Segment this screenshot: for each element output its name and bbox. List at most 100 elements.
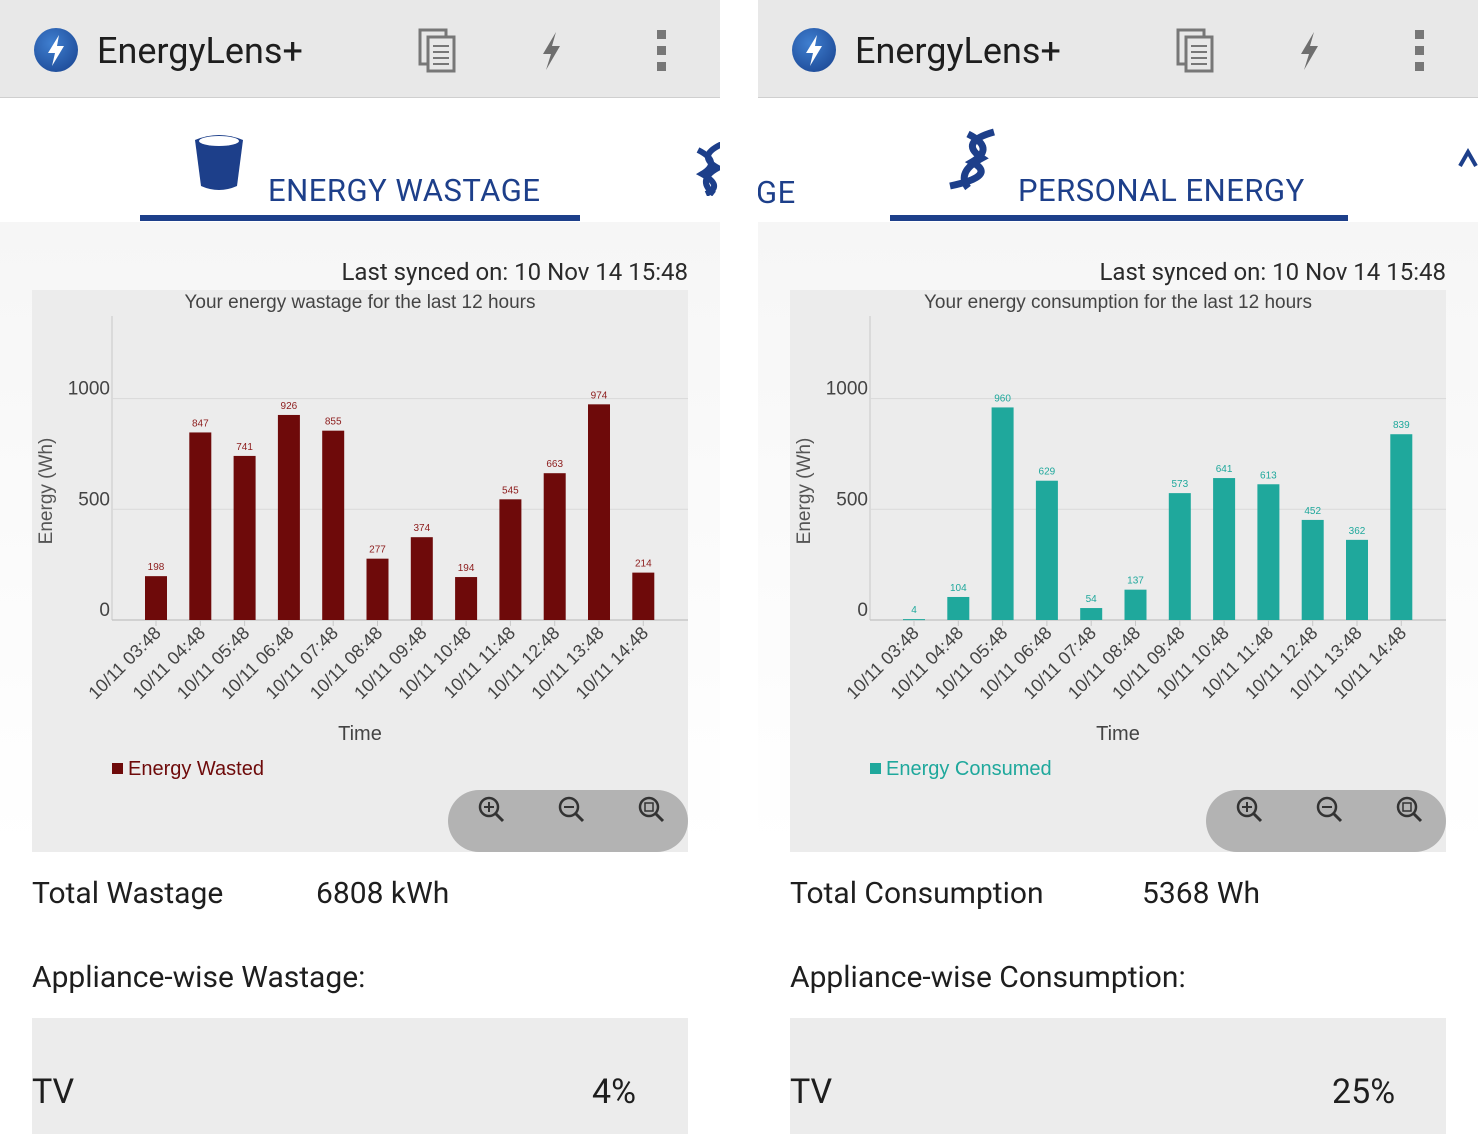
bar-value-label: 194: [458, 563, 475, 574]
bar: [903, 619, 925, 621]
total-wastage-label: Total Wastage: [32, 876, 224, 911]
chevron-icon[interactable]: [1458, 146, 1478, 170]
dna-helix-icon[interactable]: [692, 142, 720, 196]
appliance-consumption-heading: Appliance-wise Consumption:: [790, 960, 1186, 995]
lightning-icon[interactable]: [1284, 24, 1332, 76]
zoom-fit-icon[interactable]: [632, 790, 672, 830]
phone-screen-energy-wastage: EnergyLens+ ENERGY WASTAGE Last synced o…: [0, 0, 720, 1134]
lightning-icon[interactable]: [526, 24, 574, 76]
appliance-percent: 4%: [592, 1072, 637, 1112]
app-title: EnergyLens+: [855, 30, 1061, 72]
consumption-chart[interactable]: Your energy consumption for the last 12 …: [790, 290, 1446, 852]
bar-value-label: 839: [1393, 420, 1410, 431]
bar: [499, 499, 522, 620]
y-axis-label: Energy (Wh): [36, 438, 57, 545]
y-tick-label: 1000: [68, 379, 110, 400]
legend-swatch: [112, 763, 123, 774]
y-tick-label: 500: [78, 489, 110, 510]
bar: [410, 537, 433, 620]
bar: [145, 576, 167, 620]
last-synced-text: Last synced on: 10 Nov 14 15:48: [1099, 258, 1447, 286]
bar: [189, 432, 212, 620]
bar-value-label: 641: [1216, 464, 1233, 475]
copy-icon[interactable]: [1172, 24, 1220, 76]
total-consumption-label: Total Consumption: [790, 876, 1044, 911]
bar-value-label: 960: [994, 393, 1011, 404]
bar-value-label: 362: [1349, 526, 1366, 537]
appliance-name: TV: [32, 1072, 75, 1112]
dna-helix-icon: [949, 128, 996, 191]
appliance-name: TV: [790, 1072, 833, 1112]
bar-value-label: 54: [1086, 594, 1098, 605]
zoom-in-icon[interactable]: [1230, 790, 1270, 830]
zoom-controls: [1206, 790, 1446, 852]
bar-value-label: 663: [546, 459, 563, 470]
bar-value-label: 374: [413, 523, 430, 534]
zoom-fit-icon[interactable]: [1390, 790, 1430, 830]
action-bar: EnergyLens+: [0, 0, 720, 98]
bar-value-label: 855: [325, 417, 342, 428]
appliance-row[interactable]: TV 4%: [32, 1018, 688, 1134]
bar: [1168, 493, 1191, 620]
bar-value-label: 847: [192, 418, 209, 429]
copy-icon[interactable]: [414, 24, 462, 76]
bar: [233, 455, 256, 620]
appliance-wastage-heading: Appliance-wise Wastage:: [32, 960, 366, 995]
bar: [991, 407, 1014, 620]
app-logo-icon[interactable]: [34, 28, 78, 72]
zoom-controls: [448, 790, 688, 852]
bar: [1390, 434, 1413, 620]
bar-value-label: 137: [1127, 576, 1144, 587]
bar-value-label: 629: [1039, 467, 1056, 478]
zoom-in-icon[interactable]: [472, 790, 512, 830]
overflow-menu-icon[interactable]: [1396, 24, 1444, 76]
bar-value-label: 214: [635, 559, 652, 570]
tab-personal-energy[interactable]: PERSONAL ENERGY: [1018, 172, 1305, 209]
bar: [277, 414, 300, 620]
x-axis-label: Time: [338, 723, 382, 745]
appliance-percent: 25%: [1332, 1072, 1396, 1112]
phone-screen-personal-energy: EnergyLens+ GE PERSONAL ENERGY Last sync…: [758, 0, 1478, 1134]
active-tab-indicator: [140, 215, 580, 221]
tab-energy-wastage[interactable]: ENERGY WASTAGE: [268, 172, 540, 209]
overflow-menu-icon[interactable]: [638, 24, 686, 76]
y-tick-label: 1000: [826, 379, 868, 400]
bar: [1257, 484, 1280, 620]
total-consumption-value: 5368 Wh: [1142, 876, 1261, 911]
tab-energy-wastage-peek[interactable]: GE: [758, 174, 796, 211]
y-tick-label: 0: [857, 600, 868, 621]
last-synced-text: Last synced on: 10 Nov 14 15:48: [341, 258, 689, 286]
bar: [1213, 478, 1236, 620]
active-tab-indicator: [890, 215, 1348, 221]
wastage-bar-chart: Your energy wastage for the last 12 hour…: [36, 292, 688, 780]
bar: [1124, 589, 1147, 620]
appliance-row[interactable]: TV 25%: [790, 1018, 1446, 1134]
bar-value-label: 613: [1260, 470, 1277, 481]
y-axis-label: Energy (Wh): [794, 438, 815, 545]
zoom-out-icon[interactable]: [1310, 790, 1350, 830]
y-tick-label: 0: [99, 600, 110, 621]
bar-value-label: 573: [1171, 479, 1188, 490]
bar: [632, 572, 655, 620]
trash-bin-icon: [195, 135, 243, 190]
zoom-out-icon[interactable]: [552, 790, 592, 830]
app-logo-icon[interactable]: [792, 28, 836, 72]
wastage-chart[interactable]: Your energy wastage for the last 12 hour…: [32, 290, 688, 852]
bar: [1346, 539, 1368, 620]
bar-value-label: 104: [950, 583, 967, 594]
chart-title: Your energy consumption for the last 12 …: [924, 292, 1312, 313]
bar: [588, 404, 610, 620]
legend-label: Energy Wasted: [128, 758, 264, 780]
bar: [1035, 480, 1058, 620]
bar-value-label: 926: [281, 401, 298, 412]
bar-value-label: 545: [502, 485, 519, 496]
x-axis-label: Time: [1096, 723, 1140, 745]
bar: [455, 577, 478, 620]
bar-value-label: 741: [236, 442, 253, 453]
bar: [1080, 608, 1103, 620]
chart-title: Your energy wastage for the last 12 hour…: [184, 292, 535, 313]
app-title: EnergyLens+: [97, 30, 303, 72]
bar: [366, 558, 389, 620]
tab-strip: GE PERSONAL ENERGY: [758, 98, 1478, 222]
bar-value-label: 198: [148, 562, 165, 573]
